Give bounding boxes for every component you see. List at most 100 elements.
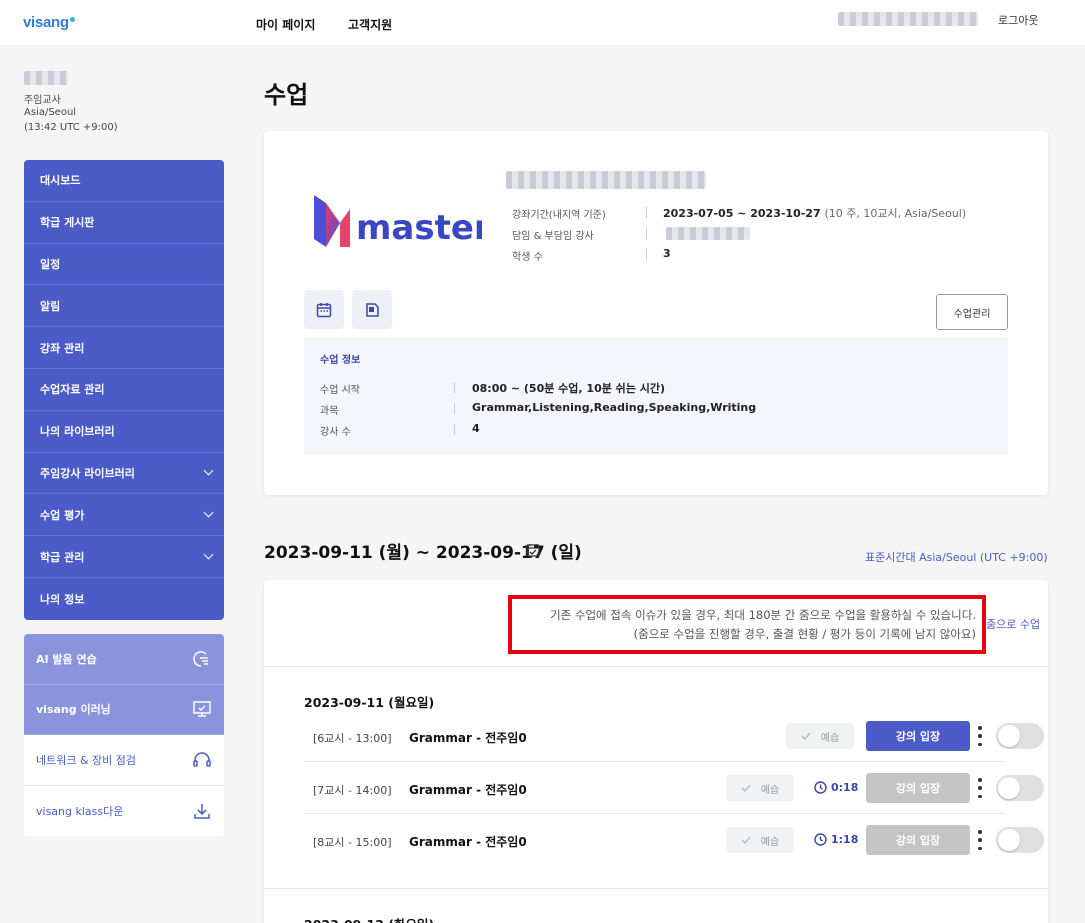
timezone-label: 표준시간대 Asia/Seoul (UTC +9:00)	[865, 551, 1048, 564]
lesson-toggle[interactable]	[996, 775, 1044, 801]
subject-value: Grammar,Listening,Reading,Speaking,Writi…	[472, 401, 757, 414]
sidebar-item-label: 수업 평가	[40, 508, 85, 522]
notice-line-2: (줌으로 수업을 진행할 경우, 출결 현황 / 평가 등이 기록에 남지 않아…	[633, 627, 976, 641]
class-start-label: 수업 시작	[320, 385, 360, 396]
logout-link[interactable]: 로그아웃	[998, 12, 1038, 28]
more-options-icon[interactable]	[978, 830, 982, 850]
profile-name-redacted	[24, 71, 68, 85]
document-icon	[366, 302, 379, 317]
sidebar-item-5[interactable]: 수업자료 관리	[24, 369, 224, 411]
schedule-panel: 기존 수업에 접속 이슈가 있을 경우, 최대 180분 간 줌으로 수업을 활…	[264, 580, 1048, 923]
students-label: 학생 수	[512, 252, 543, 263]
teacher-label: 담임 & 부담임 강사	[512, 231, 594, 242]
sidebar-item-elearning[interactable]: visang 이러닝	[24, 684, 224, 735]
zoom-notice: 기존 수업에 접속 이슈가 있을 경우, 최대 180분 간 줌으로 수업을 활…	[508, 595, 986, 654]
separator	[646, 207, 647, 218]
check-icon	[741, 836, 751, 844]
sidebar-item-download[interactable]: visang klass다운	[24, 786, 224, 837]
week-calendar-icon[interactable]	[526, 543, 540, 557]
sidebar-item-1[interactable]: 학급 게시판	[24, 202, 224, 244]
sidebar-item-4[interactable]: 강좌 관리	[24, 327, 224, 369]
notice-line-1: 기존 수업에 접속 이슈가 있을 경우, 최대 180분 간 줌으로 수업을 활…	[550, 608, 976, 622]
class-manage-button[interactable]: 수업관리	[936, 294, 1008, 330]
sidebar-item-10[interactable]: 나의 정보	[24, 578, 224, 620]
visang-logo[interactable]: visang	[23, 14, 75, 31]
sidebar-menu: 대시보드학급 게시판일정알림강좌 관리수업자료 관리나의 라이브러리주임강사 라…	[24, 160, 224, 620]
sidebar-item-network-check[interactable]: 네트워크 & 장비 점검	[24, 735, 224, 786]
nav-my-page[interactable]: 마이 페이지	[256, 16, 315, 33]
sidebar-item-label: visang klass다운	[36, 804, 124, 818]
enter-lecture-button[interactable]: 강의 입장	[866, 825, 970, 855]
lesson-name: Grammar - 전주임0	[409, 783, 527, 797]
lesson-period: [7교시 - 14:00]	[313, 784, 392, 797]
sidebar-item-0[interactable]: 대시보드	[24, 160, 224, 202]
lesson-toggle[interactable]	[996, 827, 1044, 853]
profile-timezone: Asia/Seoul	[24, 107, 77, 118]
chevron-down-icon	[203, 466, 214, 476]
class-start-value: 08:00 ~ (50분 수업, 10분 쉬는 시간)	[472, 382, 666, 395]
sidebar-item-label: 학급 게시판	[40, 216, 95, 230]
sidebar-extras: AI 발음 연습 visang 이러닝 네트워크 & 장비 점검 visang …	[24, 634, 224, 836]
review-label: 예습	[760, 836, 780, 848]
review-button[interactable]: 예습	[726, 827, 794, 853]
user-name-redacted	[838, 12, 978, 26]
sidebar-item-2[interactable]: 일정	[24, 244, 224, 286]
divider	[264, 666, 1048, 667]
review-label: 예습	[820, 732, 840, 744]
sidebar-item-label: visang 이러닝	[36, 703, 111, 717]
clock-icon	[814, 781, 827, 794]
more-options-icon[interactable]	[978, 726, 982, 746]
sidebar-item-8[interactable]: 수업 평가	[24, 494, 224, 537]
ai-speech-icon	[193, 650, 208, 667]
lesson-period: [6교시 - 13:00]	[313, 732, 392, 745]
chevron-down-icon	[203, 507, 214, 518]
lesson-timer: 1:18	[814, 833, 858, 846]
master-k-logo: master k	[314, 195, 482, 248]
separator	[646, 228, 647, 239]
sidebar-item-label: 강좌 관리	[40, 341, 85, 355]
separator	[646, 249, 647, 260]
review-button[interactable]: 예습	[726, 775, 794, 801]
calendar-button[interactable]	[304, 290, 344, 329]
monitor-icon	[193, 701, 211, 717]
top-bar: visang 마이 페이지 고객지원 로그아웃	[0, 0, 1085, 46]
review-label: 예습	[760, 784, 780, 796]
download-icon	[194, 803, 210, 819]
sidebar-item-label: AI 발음 연습	[36, 652, 97, 666]
sidebar-item-label: 알림	[40, 299, 61, 313]
teacher-count-label: 강사 수	[320, 427, 351, 438]
class-info-title: 수업 정보	[320, 355, 361, 366]
course-card: master k 강좌기간(내지역 기준) 2023-07-05 ~ 2023-…	[264, 131, 1048, 495]
enter-lecture-button[interactable]: 강의 입장	[866, 721, 970, 751]
lesson-toggle[interactable]	[996, 723, 1044, 749]
sidebar-item-3[interactable]: 알림	[24, 285, 224, 328]
nav-support[interactable]: 고객지원	[348, 16, 392, 33]
enter-lecture-button[interactable]: 강의 입장	[866, 773, 970, 803]
lesson-separator	[304, 813, 1004, 814]
more-options-icon[interactable]	[978, 778, 982, 798]
students-value: 3	[663, 247, 671, 260]
day-title: 2023-09-11 (월요일)	[304, 695, 435, 710]
separator	[454, 424, 455, 435]
master-k-logo-text: master k	[356, 208, 482, 248]
separator	[454, 382, 455, 393]
review-button[interactable]: 예습	[786, 723, 854, 749]
timer-value: 0:18	[831, 781, 859, 794]
sidebar-item-label: 네트워크 & 장비 점검	[36, 753, 137, 767]
zoom-class-link[interactable]: 줌으로 수업	[986, 616, 1040, 632]
sidebar-item-label: 나의 정보	[40, 592, 85, 606]
timer-value: 1:18	[831, 833, 859, 846]
teacher-count-value: 4	[472, 422, 480, 435]
subject-label: 과목	[320, 406, 339, 417]
day-title: 2023-09-12 (화요일)	[304, 914, 434, 923]
lesson-name: Grammar - 전주임0	[409, 731, 527, 745]
sidebar-item-6[interactable]: 나의 라이브러리	[24, 411, 224, 453]
sidebar-item-ai-speech[interactable]: AI 발음 연습	[24, 634, 224, 685]
sidebar-item-9[interactable]: 학급 관리	[24, 536, 224, 578]
sidebar-item-label: 수업자료 관리	[40, 383, 105, 397]
sidebar-item-label: 주임강사 라이브러리	[40, 466, 135, 480]
sidebar-item-7[interactable]: 주임강사 라이브러리	[24, 453, 224, 495]
sidebar-item-label: 일정	[40, 257, 61, 271]
period-label: 강좌기간(내지역 기준)	[512, 210, 606, 221]
document-button[interactable]	[352, 290, 392, 329]
